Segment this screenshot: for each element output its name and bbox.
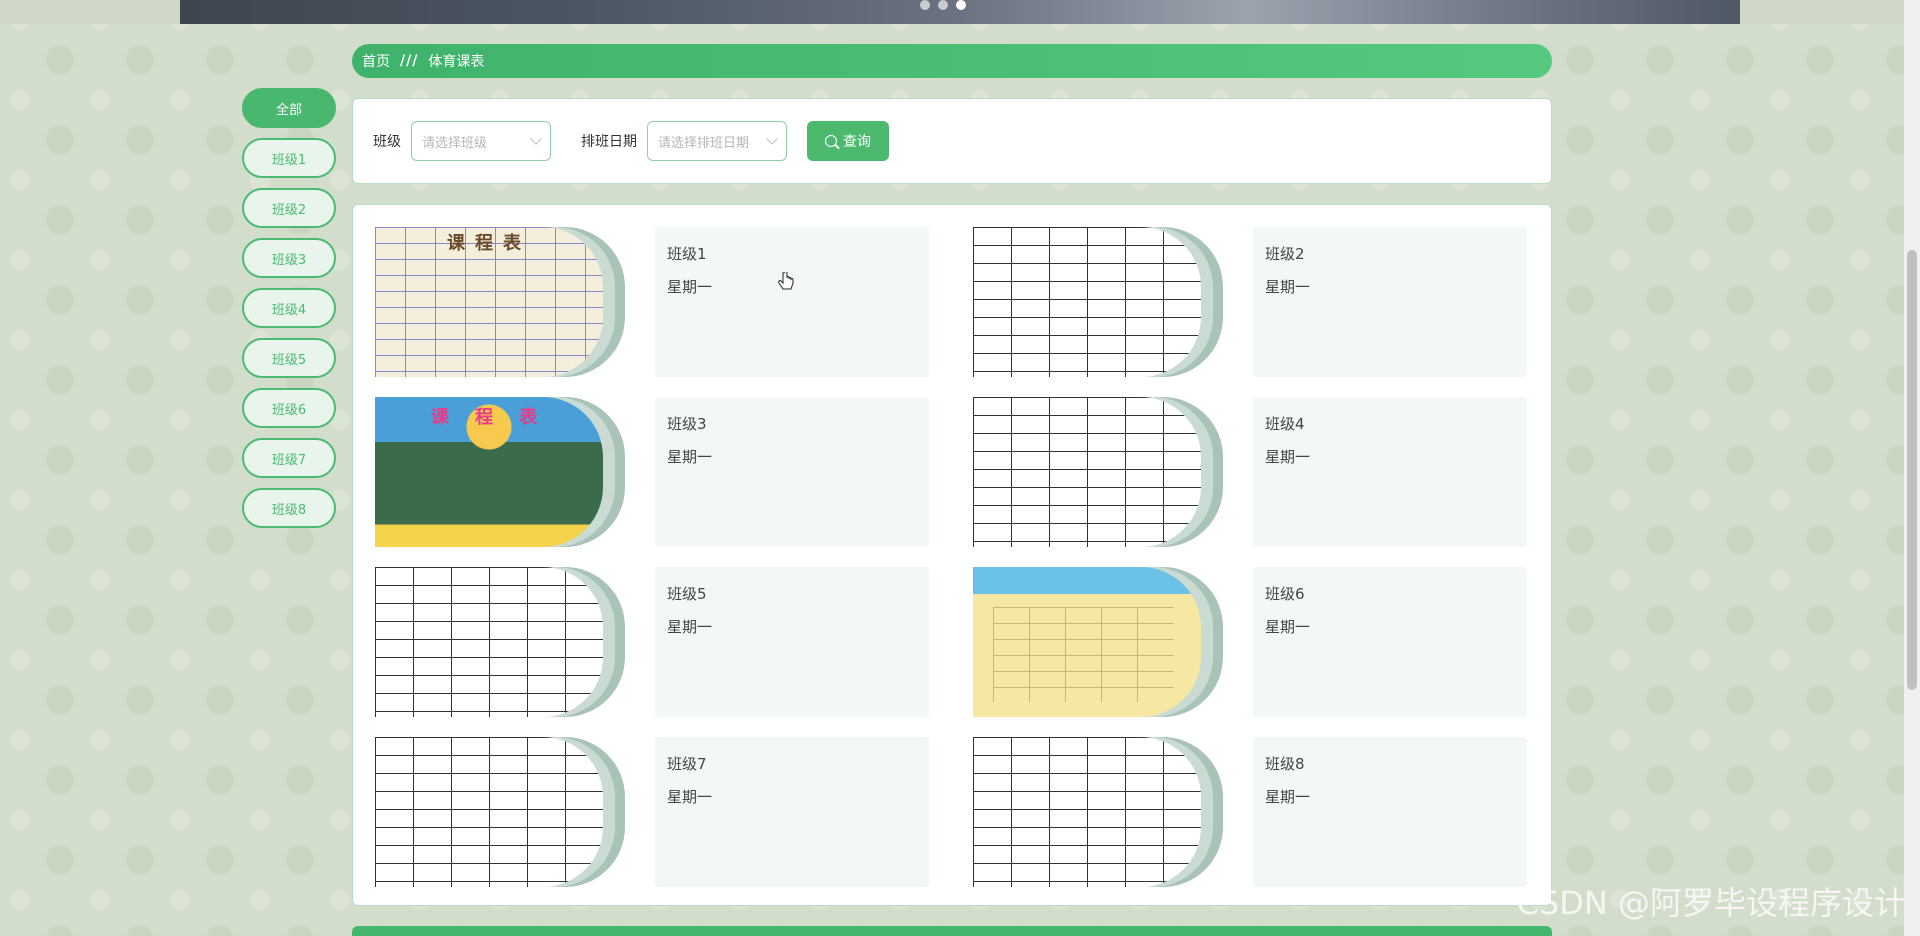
schedule-info[interactable]: 班级1 星期一: [655, 227, 929, 377]
date-select[interactable]: 请选择排班日期: [647, 121, 787, 161]
sidebar-item-class5[interactable]: 班级5: [242, 338, 336, 378]
class-name: 班级8: [1265, 755, 1305, 773]
carousel-dot-2[interactable]: [938, 0, 948, 10]
schedule-card[interactable]: 班级5 星期一: [375, 567, 953, 717]
schedule-card[interactable]: 班级4 星期一: [973, 397, 1551, 547]
schedule-thumbnail[interactable]: [973, 227, 1223, 377]
page-scrollbar[interactable]: [1904, 0, 1920, 936]
sidebar-item-class1[interactable]: 班级1: [242, 138, 336, 178]
thumbnail-title: 课程表: [447, 233, 531, 254]
schedule-list: 课程表 班级1 星期一 班级2 星期一课 程 表班级3 星期一 班级4 星期一 班级5 星期一 班级…: [352, 204, 1552, 906]
schedule-thumbnail[interactable]: [973, 397, 1223, 547]
watermark: CSDN @阿罗毕设程序设计: [1516, 884, 1906, 922]
sidebar-item-class2[interactable]: 班级2: [242, 188, 336, 228]
class-name: 班级1: [667, 245, 707, 263]
sidebar-item-class4[interactable]: 班级4: [242, 288, 336, 328]
breadcrumb-separator: ///: [400, 53, 419, 69]
schedule-day: 星期一: [667, 618, 713, 636]
carousel-dot-1[interactable]: [920, 0, 930, 10]
schedule-info[interactable]: 班级5 星期一: [655, 567, 929, 717]
class-name: 班级2: [1265, 245, 1305, 263]
footer-bar: [352, 926, 1552, 936]
scrollbar-thumb[interactable]: [1907, 250, 1917, 690]
sidebar-item-all[interactable]: 全部: [242, 88, 336, 128]
schedule-image: 课 程 表: [375, 397, 603, 547]
schedule-thumbnail[interactable]: [973, 737, 1223, 887]
schedule-image: [973, 737, 1201, 887]
class-select[interactable]: 请选择班级: [411, 121, 551, 161]
schedule-info[interactable]: 班级7 星期一: [655, 737, 929, 887]
schedule-card[interactable]: 班级2 星期一: [973, 227, 1551, 377]
schedule-image: 课程表: [375, 227, 603, 377]
class-select-placeholder: 请选择班级: [422, 135, 488, 151]
schedule-info[interactable]: 班级3 星期一: [655, 397, 929, 547]
class-name: 班级6: [1265, 585, 1305, 603]
schedule-image: [973, 227, 1201, 377]
schedule-card[interactable]: 班级7 星期一: [375, 737, 953, 887]
schedule-image: [375, 567, 603, 717]
schedule-day: 星期一: [667, 788, 713, 806]
carousel-dot-3[interactable]: [956, 0, 966, 10]
chevron-down-icon: [530, 133, 542, 145]
schedule-day: 星期一: [1265, 448, 1311, 466]
schedule-thumbnail[interactable]: [973, 567, 1223, 717]
sidebar-item-class7[interactable]: 班级7: [242, 438, 336, 478]
schedule-info[interactable]: 班级8 星期一: [1253, 737, 1527, 887]
breadcrumb: 首页 /// 体育课表: [352, 44, 1552, 78]
query-button[interactable]: 查询: [807, 121, 889, 161]
sidebar-item-class6[interactable]: 班级6: [242, 388, 336, 428]
schedule-thumbnail[interactable]: [375, 567, 625, 717]
schedule-image: [973, 397, 1201, 547]
breadcrumb-current: 体育课表: [428, 54, 485, 70]
schedule-day: 星期一: [1265, 788, 1311, 806]
class-sidebar: 全部 班级1 班级2 班级3 班级4 班级5 班级6 班级7 班级8: [242, 88, 336, 538]
filter-bar: 班级 请选择班级 排班日期 请选择排班日期 查询: [352, 98, 1552, 184]
schedule-thumbnail[interactable]: 课程表: [375, 227, 625, 377]
schedule-thumbnail[interactable]: [375, 737, 625, 887]
search-icon: [825, 135, 837, 147]
class-name: 班级5: [667, 585, 707, 603]
carousel-indicators: [920, 0, 966, 12]
date-select-placeholder: 请选择排班日期: [658, 135, 750, 151]
schedule-day: 星期一: [1265, 278, 1311, 296]
class-name: 班级7: [667, 755, 707, 773]
schedule-card[interactable]: 班级8 星期一: [973, 737, 1551, 887]
schedule-day: 星期一: [1265, 618, 1311, 636]
thumbnail-title: 课 程 表: [430, 407, 548, 428]
schedule-card[interactable]: 课 程 表 班级3 星期一: [375, 397, 953, 547]
schedule-thumbnail[interactable]: 课 程 表: [375, 397, 625, 547]
chevron-down-icon: [766, 133, 778, 145]
date-filter-label: 排班日期: [581, 134, 637, 150]
banner-edge-right: [1740, 0, 1920, 24]
schedule-day: 星期一: [667, 448, 713, 466]
class-filter-label: 班级: [373, 134, 401, 150]
schedule-image: [973, 567, 1201, 717]
sidebar-item-class3[interactable]: 班级3: [242, 238, 336, 278]
class-name: 班级3: [667, 415, 707, 433]
banner-carousel[interactable]: [0, 0, 1920, 24]
schedule-card[interactable]: 课程表 班级1 星期一: [375, 227, 953, 377]
schedule-info[interactable]: 班级2 星期一: [1253, 227, 1527, 377]
schedule-info[interactable]: 班级4 星期一: [1253, 397, 1527, 547]
schedule-card[interactable]: 班级6 星期一: [973, 567, 1551, 717]
breadcrumb-home[interactable]: 首页: [362, 51, 390, 71]
banner-edge-left: [0, 0, 180, 24]
query-button-label: 查询: [843, 134, 871, 150]
schedule-image: [375, 737, 603, 887]
schedule-info[interactable]: 班级6 星期一: [1253, 567, 1527, 717]
sidebar-item-class8[interactable]: 班级8: [242, 488, 336, 528]
hand-cursor-icon: [778, 272, 794, 290]
class-name: 班级4: [1265, 415, 1305, 433]
